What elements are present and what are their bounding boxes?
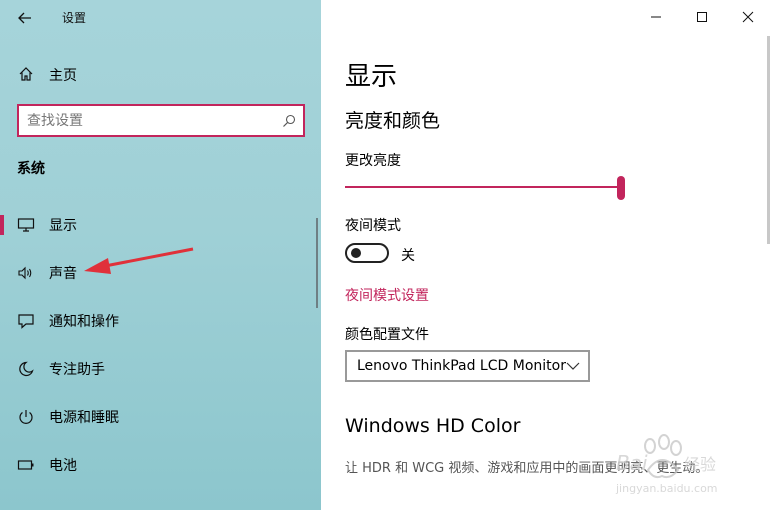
brightness-section-title: 亮度和颜色 [345, 110, 441, 132]
notification-icon [18, 314, 34, 329]
svg-text:经验: 经验 [684, 455, 716, 474]
color-profile-value: Lenovo ThinkPad LCD Monitor [357, 358, 566, 374]
maximize-button[interactable] [679, 4, 725, 30]
slider-track [345, 186, 625, 188]
toggle-knob [351, 248, 361, 258]
close-button[interactable] [725, 4, 771, 30]
home-nav-item[interactable]: 主页 [0, 58, 321, 90]
close-icon [742, 11, 754, 23]
back-button[interactable] [10, 6, 40, 30]
sidebar-item-notifications[interactable]: 通知和操作 [0, 301, 321, 341]
sidebar-item-power[interactable]: 电源和睡眠 [0, 397, 321, 437]
battery-icon [17, 460, 34, 470]
svg-text:Bai: Bai [616, 451, 648, 475]
night-mode-state: 关 [401, 248, 415, 264]
slider-thumb[interactable] [617, 176, 625, 200]
search-box[interactable] [17, 104, 305, 137]
monitor-icon [17, 218, 35, 232]
brightness-slider[interactable] [345, 176, 625, 200]
minimize-button[interactable] [633, 4, 679, 30]
sidebar: 设置 主页 系统 显示 声音 通知和操作 [0, 0, 321, 510]
brightness-label: 更改亮度 [345, 153, 401, 169]
section-title: 系统 [17, 161, 45, 177]
sidebar-item-label: 专注助手 [49, 362, 105, 378]
titlebar-left: 设置 [0, 0, 321, 34]
search-icon[interactable] [282, 114, 296, 128]
sidebar-item-display[interactable]: 显示 [0, 205, 321, 245]
sidebar-item-label: 电源和睡眠 [49, 410, 119, 426]
sidebar-scrollbar[interactable] [316, 218, 318, 308]
search-input[interactable] [27, 112, 277, 129]
page-title: 显示 [345, 62, 398, 92]
svg-text:jingyan.baidu.com: jingyan.baidu.com [615, 482, 718, 495]
home-label: 主页 [49, 68, 77, 84]
main-scrollbar[interactable] [767, 36, 770, 244]
minimize-icon [651, 16, 661, 18]
baidu-paw-logo-icon: Bai 经验 jingyan.baidu.com [615, 434, 718, 495]
sidebar-item-label: 显示 [49, 218, 77, 234]
night-mode-settings-link[interactable]: 夜间模式设置 [345, 285, 429, 305]
night-mode-toggle[interactable] [345, 243, 389, 263]
sidebar-item-label: 通知和操作 [49, 314, 119, 330]
home-icon [19, 67, 33, 81]
baidu-watermark: Bai 经验 jingyan.baidu.com [612, 432, 762, 502]
color-profile-dropdown[interactable]: Lenovo ThinkPad LCD Monitor [345, 350, 590, 382]
app-title: 设置 [62, 11, 87, 25]
active-indicator [0, 215, 4, 235]
sidebar-item-battery[interactable]: 电池 [0, 445, 321, 485]
night-mode-label: 夜间模式 [345, 218, 401, 234]
moon-icon [19, 361, 34, 377]
back-arrow-icon [18, 12, 31, 24]
sidebar-item-sound[interactable]: 声音 [0, 253, 321, 293]
hd-color-title: Windows HD Color [345, 415, 521, 437]
sidebar-item-label: 声音 [49, 266, 77, 282]
maximize-icon [697, 12, 707, 22]
speaker-icon [18, 266, 32, 280]
power-icon [19, 410, 33, 424]
chevron-down-icon [566, 362, 580, 370]
color-profile-label: 颜色配置文件 [345, 327, 429, 343]
sidebar-item-label: 电池 [49, 458, 77, 474]
sidebar-item-focus-assist[interactable]: 专注助手 [0, 349, 321, 389]
